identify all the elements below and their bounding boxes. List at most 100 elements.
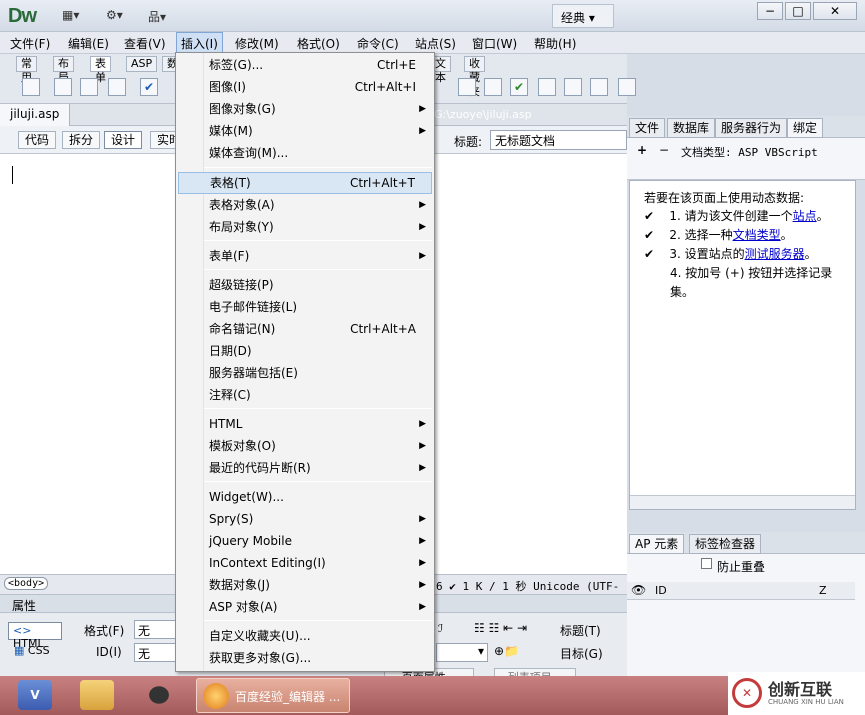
minimize-button[interactable]: − bbox=[757, 2, 783, 20]
menu-format[interactable]: 格式(O) bbox=[297, 35, 340, 52]
menu-item-15[interactable]: HTML ▶ bbox=[178, 413, 432, 435]
spry-textfield-icon[interactable] bbox=[458, 78, 476, 96]
textarea-icon[interactable] bbox=[80, 78, 98, 96]
spry-password-icon[interactable] bbox=[564, 78, 582, 96]
spry-select-icon[interactable] bbox=[538, 78, 556, 96]
list-icons[interactable]: ☷ ☷ ⇤ ⇥ bbox=[474, 621, 527, 635]
checkbox-icon[interactable]: ✔ bbox=[140, 78, 158, 96]
close-button[interactable]: ✕ bbox=[813, 2, 857, 20]
spry-radio-icon[interactable] bbox=[618, 78, 636, 96]
menu-item-2[interactable]: 图像对象(G) ▶ bbox=[178, 98, 432, 120]
spry-checkbox-icon[interactable]: ✔ bbox=[510, 78, 528, 96]
site-icon[interactable]: 品▾ bbox=[148, 8, 166, 24]
menu-item-13[interactable]: 服务器端包括(E) bbox=[178, 362, 432, 384]
menu-item-label: HTML bbox=[209, 417, 243, 431]
menu-item-7[interactable]: 布局对象(Y) ▶ bbox=[178, 216, 432, 238]
menu-item-label: 表格(T) bbox=[210, 176, 251, 190]
tab-forms[interactable]: 表单 bbox=[90, 56, 111, 84]
site-link[interactable]: 站点 bbox=[793, 209, 817, 223]
link-icons[interactable]: ⊕📁 bbox=[494, 644, 519, 658]
menu-item-23[interactable]: ASP 对象(A) ▶ bbox=[178, 596, 432, 618]
menu-item-0[interactable]: 标签(G)... Ctrl+E bbox=[178, 54, 432, 76]
gear-icon[interactable]: ⚙▾ bbox=[106, 8, 123, 24]
form-icon[interactable] bbox=[22, 78, 40, 96]
menu-item-9[interactable]: 超级链接(P) bbox=[178, 274, 432, 296]
menu-insert[interactable]: 插入(I) bbox=[176, 32, 223, 53]
menu-item-3[interactable]: 媒体(M) ▶ bbox=[178, 120, 432, 142]
menu-help[interactable]: 帮助(H) bbox=[534, 35, 576, 52]
tab-bindings[interactable]: 绑定 bbox=[787, 118, 824, 138]
split-view-button[interactable]: 拆分 bbox=[62, 131, 101, 149]
task-app-icon bbox=[203, 683, 229, 709]
menu-modify[interactable]: 修改(M) bbox=[235, 35, 279, 52]
folder-icon[interactable] bbox=[80, 680, 114, 710]
menu-item-12[interactable]: 日期(D) bbox=[178, 340, 432, 362]
html-mode-button[interactable]: <> HTML bbox=[8, 622, 62, 650]
ap-elements-panel: 防止重叠 👁 ID Z bbox=[627, 554, 865, 676]
remove-icon[interactable]: − bbox=[659, 143, 669, 157]
menu-window[interactable]: 窗口(W) bbox=[472, 35, 517, 52]
menu-item-22[interactable]: 数据对象(J) ▶ bbox=[178, 574, 432, 596]
menu-item-18[interactable]: Widget(W)... bbox=[178, 486, 432, 508]
tab-databases[interactable]: 数据库 bbox=[667, 118, 716, 138]
bold-italic-icons[interactable]: ℐ bbox=[438, 622, 443, 635]
menu-edit[interactable]: 编辑(E) bbox=[68, 35, 109, 52]
spry-confirm-icon[interactable] bbox=[590, 78, 608, 96]
menu-item-20[interactable]: jQuery Mobile ▶ bbox=[178, 530, 432, 552]
active-task-button[interactable]: 百度经验_编辑器 ... bbox=[196, 678, 350, 713]
layout-icon[interactable]: ▦▾ bbox=[62, 8, 79, 24]
add-icon[interactable]: + bbox=[637, 143, 647, 157]
menu-item-14[interactable]: 注释(C) bbox=[178, 384, 432, 406]
workspace-switcher[interactable]: 经典 ▾ bbox=[552, 4, 614, 28]
menu-item-1[interactable]: 图像(I) Ctrl+Alt+I bbox=[178, 76, 432, 98]
submenu-arrow-icon: ▶ bbox=[419, 602, 426, 612]
menu-item-21[interactable]: InContext Editing(I) ▶ bbox=[178, 552, 432, 574]
qq-icon[interactable] bbox=[142, 680, 176, 710]
tab-server-behaviors[interactable]: 服务器行为 bbox=[715, 118, 788, 138]
horizontal-scrollbar[interactable] bbox=[630, 495, 855, 509]
design-view-button[interactable]: 设计 bbox=[104, 131, 143, 149]
vs-icon[interactable]: V bbox=[18, 680, 52, 710]
document-tab[interactable]: jiluji.asp bbox=[0, 104, 71, 126]
menu-commands[interactable]: 命令(C) bbox=[357, 35, 399, 52]
test-server-link[interactable]: 测试服务器 bbox=[745, 247, 805, 261]
menu-view[interactable]: 查看(V) bbox=[124, 35, 166, 52]
menu-item-17[interactable]: 最近的代码片断(R) ▶ bbox=[178, 457, 432, 479]
link-select[interactable]: ▾ bbox=[436, 643, 488, 662]
menu-item-4[interactable]: 媒体查询(M)... bbox=[178, 142, 432, 164]
menu-item-16[interactable]: 模板对象(O) ▶ bbox=[178, 435, 432, 457]
menu-file[interactable]: 文件(F) bbox=[10, 35, 50, 52]
tab-ap-elements[interactable]: AP 元素 bbox=[629, 534, 685, 554]
tab-asp[interactable]: ASP bbox=[126, 56, 158, 72]
menu-item-5[interactable]: 表格(T) Ctrl+Alt+T bbox=[178, 172, 432, 194]
menu-item-10[interactable]: 电子邮件链接(L) bbox=[178, 296, 432, 318]
spry-textarea-icon[interactable] bbox=[484, 78, 502, 96]
maximize-button[interactable]: □ bbox=[785, 2, 811, 20]
doctype-link[interactable]: 文档类型 bbox=[733, 228, 781, 242]
id-select[interactable]: 无 bbox=[134, 643, 176, 662]
tab-favorites[interactable]: 收藏夹 bbox=[464, 56, 485, 98]
menu-separator bbox=[204, 408, 432, 409]
format-select[interactable]: 无 bbox=[134, 620, 176, 639]
tab-layout[interactable]: 布局 bbox=[53, 56, 74, 84]
tab-common[interactable]: 常用 bbox=[16, 56, 37, 84]
css-mode-button[interactable]: ▦ CSS bbox=[14, 644, 50, 657]
menu-item-25[interactable]: 获取更多对象(G)... bbox=[178, 647, 432, 669]
menu-item-8[interactable]: 表单(F) ▶ bbox=[178, 245, 432, 267]
menu-item-11[interactable]: 命名锚记(N) Ctrl+Alt+A bbox=[178, 318, 432, 340]
menu-site[interactable]: 站点(S) bbox=[415, 35, 456, 52]
tag-selector-body[interactable]: <body> bbox=[4, 577, 49, 590]
tab-files[interactable]: 文件 bbox=[629, 118, 666, 138]
tab-tag-inspector[interactable]: 标签检查器 bbox=[689, 534, 762, 554]
code-view-button[interactable]: 代码 bbox=[18, 131, 57, 149]
title-input[interactable]: 无标题文档 bbox=[490, 130, 627, 150]
menu-item-24[interactable]: 自定义收藏夹(U)... bbox=[178, 625, 432, 647]
menu-item-19[interactable]: Spry(S) ▶ bbox=[178, 508, 432, 530]
button-icon[interactable] bbox=[108, 78, 126, 96]
menu-item-6[interactable]: 表格对象(A) ▶ bbox=[178, 194, 432, 216]
submenu-arrow-icon: ▶ bbox=[419, 104, 426, 114]
menu-separator bbox=[204, 240, 432, 241]
menu-separator bbox=[204, 167, 432, 168]
prevent-overlap-checkbox[interactable] bbox=[701, 558, 712, 569]
textfield-icon[interactable] bbox=[54, 78, 72, 96]
